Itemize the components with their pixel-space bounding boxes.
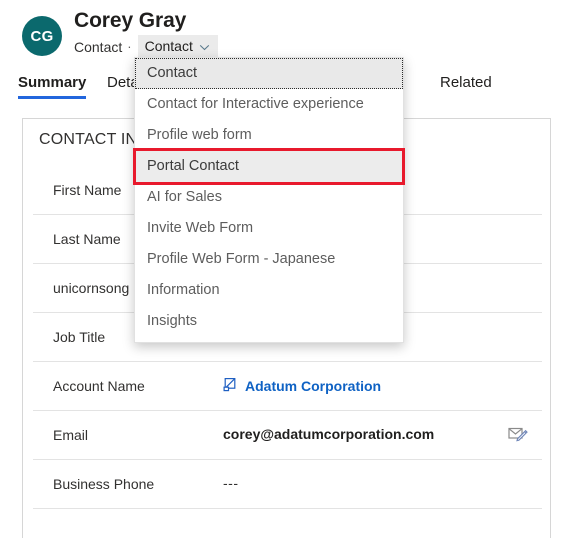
field-label: Last Name: [53, 231, 121, 247]
dropdown-item-invite-web-form[interactable]: Invite Web Form: [135, 213, 403, 244]
field-label: Job Title: [53, 329, 106, 345]
avatar: CG: [22, 16, 62, 56]
record-subtitle: Contact · Contact: [74, 35, 218, 58]
dropdown-item-insights[interactable]: Insights: [135, 306, 403, 337]
email-value[interactable]: corey@adatumcorporation.com: [223, 426, 434, 442]
field-value[interactable]: ---: [223, 475, 239, 491]
account-name-link[interactable]: Adatum Corporation: [223, 377, 381, 395]
tab-related[interactable]: Related: [440, 74, 492, 99]
chevron-down-icon: [199, 42, 210, 53]
field-label: Email: [53, 427, 89, 443]
compose-email-icon[interactable]: [508, 425, 528, 443]
table-row: Account Name Adatum Corporation: [33, 362, 542, 411]
subtitle-separator: ·: [127, 39, 132, 54]
account-entity-icon: [223, 377, 238, 395]
table-row: Business Phone ---: [33, 460, 542, 509]
dropdown-item-ai-for-sales[interactable]: AI for Sales: [135, 182, 403, 213]
dropdown-item-portal-contact[interactable]: Portal Contact: [133, 148, 405, 185]
tab-summary[interactable]: Summary: [18, 74, 87, 99]
dropdown-item-profile-web-form[interactable]: Profile web form: [135, 120, 403, 151]
dropdown-item-profile-web-form-japanese[interactable]: Profile Web Form - Japanese: [135, 244, 403, 275]
field-label: Business Phone: [53, 476, 155, 492]
field-label: Account Name: [53, 378, 145, 394]
table-row: Email corey@adatumcorporation.com: [33, 411, 542, 460]
dropdown-item-contact-for-interactive-experience[interactable]: Contact for Interactive experience: [135, 89, 403, 120]
form-selector-dropdown: Contact Contact for Interactive experien…: [133, 57, 405, 343]
account-name-text: Adatum Corporation: [245, 378, 382, 394]
field-label: First Name: [53, 182, 122, 198]
dropdown-item-contact[interactable]: Contact: [135, 58, 403, 89]
dropdown-item-information[interactable]: Information: [135, 275, 403, 306]
avatar-initials: CG: [30, 27, 54, 45]
form-selector-button[interactable]: Contact: [137, 35, 218, 58]
form-selector-label: Contact: [144, 38, 193, 54]
page-title: Corey Gray: [74, 9, 187, 32]
field-label: unicornsong: [53, 280, 130, 296]
entity-type-label: Contact: [74, 38, 123, 55]
